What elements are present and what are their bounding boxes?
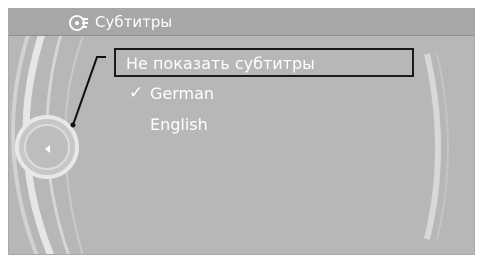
menu-item-no-subtitles[interactable]: Не показать субтитры xyxy=(114,48,414,77)
subtitles-icon xyxy=(68,12,90,34)
menu-item-label: English xyxy=(150,115,208,134)
page-title: Субтитры xyxy=(95,13,173,31)
menu-item-english[interactable]: English xyxy=(114,110,414,141)
menu-item-label: German xyxy=(150,84,215,103)
display-screen: Субтитры Не показать субтитры ✓ German E… xyxy=(8,8,475,255)
menu-item-label: Не показать субтитры xyxy=(126,54,315,73)
controller-left-arrow-icon[interactable] xyxy=(42,140,54,153)
title-bar: Субтитры xyxy=(9,9,474,36)
subtitle-menu: Не показать субтитры ✓ German English xyxy=(114,48,414,141)
checkmark-icon: ✓ xyxy=(129,83,144,103)
menu-item-german[interactable]: ✓ German xyxy=(114,79,414,110)
